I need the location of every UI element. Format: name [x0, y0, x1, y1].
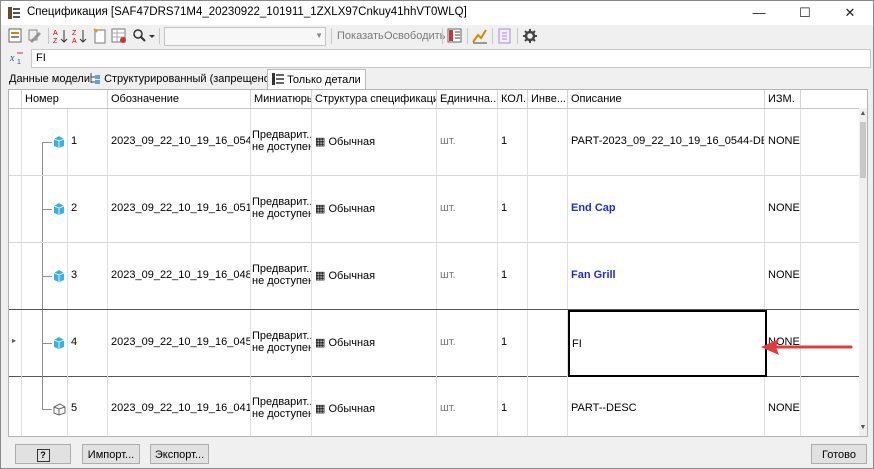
structure-type-icon: ▦ [315, 337, 326, 349]
bottom-bar: ? Импорт... Экспорт... Готово [1, 438, 873, 468]
description-edit-field[interactable]: FI [568, 310, 767, 377]
done-button[interactable]: Готово [811, 444, 867, 464]
bom-table: Номер Обозначение Миниатюры Структура сп… [8, 89, 868, 437]
help-button[interactable]: ? [15, 444, 71, 464]
chevron-down-icon: ▼ [315, 31, 323, 40]
part-outline-icon [53, 403, 66, 416]
vertical-scrollbar[interactable]: ▲ ▼ [859, 108, 867, 436]
scroll-down-icon[interactable]: ▼ [859, 424, 867, 431]
toolbar: AZ ZA ▼ Показать Освободить [1, 25, 873, 47]
svg-text:Z: Z [72, 30, 77, 37]
table-header: Номер Обозначение Миниатюры Структура сп… [9, 90, 867, 109]
structure-tree-icon [90, 73, 100, 84]
table-row[interactable]: 2 2023_09_22_10_19_16_0513 Предварит... н… [9, 176, 859, 243]
tab-model-data[interactable]: Данные модели [5, 71, 94, 88]
col-unit[interactable]: Единична... [437, 90, 498, 108]
gear-icon[interactable] [521, 27, 539, 45]
col-description[interactable]: Описание [568, 90, 765, 108]
edit-icon[interactable] [27, 27, 45, 45]
col-designation[interactable]: Обозначение [108, 90, 251, 108]
find-dropdown-icon[interactable] [131, 27, 157, 45]
scroll-up-icon[interactable]: ▲ [859, 110, 867, 117]
bom-app-icon [7, 6, 21, 20]
columns-icon[interactable] [446, 27, 464, 45]
part-icon [53, 203, 65, 215]
col-number[interactable]: Номер [22, 90, 108, 108]
col-qty[interactable]: КОЛ. [498, 90, 528, 108]
table-row[interactable]: 3 2023_09_22_10_19_16_0482 Предварит... н… [9, 243, 859, 310]
table-row[interactable]: 1 2023_09_22_10_19_16_0544 Предварит... н… [9, 109, 859, 176]
show-button[interactable]: Показать [337, 30, 384, 42]
item-combo-box[interactable]: ▼ [164, 27, 326, 46]
table-row[interactable]: 5 2023_09_22_10_19_16_0419 Предварит... н… [9, 376, 859, 436]
col-inventory[interactable]: Инве... [528, 90, 568, 108]
import-button[interactable]: Импорт... [82, 444, 140, 464]
svg-text:A: A [72, 38, 77, 45]
sort-descending-icon[interactable]: ZA [71, 27, 89, 45]
part-icon [53, 270, 65, 282]
release-button[interactable]: Освободить [384, 30, 445, 42]
tab-strip: Данные модели Структурированный (запреще… [1, 69, 873, 90]
structure-type-icon: ▦ [315, 203, 326, 215]
new-item-icon[interactable] [91, 27, 109, 45]
formula-icon[interactable]: x1 [9, 50, 27, 66]
minimize-button[interactable]: — [736, 1, 782, 25]
title-bar: Спецификация [SAF47DRS71M4_20230922_1019… [1, 1, 873, 25]
svg-text:Z: Z [53, 38, 58, 45]
maximize-button[interactable]: ☐ [782, 1, 828, 25]
formula-bar: x1 FI [1, 47, 873, 69]
row-pointer-icon: ▸ [12, 336, 17, 345]
sort-ascending-icon[interactable]: AZ [52, 27, 70, 45]
close-button[interactable]: ✕ [827, 1, 873, 25]
parts-list-icon [272, 73, 284, 85]
bom-window: Спецификация [SAF47DRS71M4_20230922_1019… [0, 0, 874, 469]
structure-type-icon: ▦ [315, 403, 326, 415]
copy-table-icon[interactable] [7, 27, 25, 45]
help-icon: ? [36, 449, 50, 462]
graph-icon[interactable] [471, 27, 489, 45]
export-button[interactable]: Экспорт... [150, 444, 209, 464]
window-title: Спецификация [SAF47DRS71M4_20230922_1019… [27, 6, 467, 18]
scrollbar-thumb[interactable] [860, 122, 866, 178]
tab-structured[interactable]: Структурированный (запрещено) [85, 71, 278, 88]
formula-input[interactable]: FI [31, 49, 871, 68]
svg-text:A: A [53, 30, 58, 37]
part-icon [53, 337, 65, 349]
table-settings-icon[interactable] [110, 27, 128, 45]
col-modified[interactable]: ИЗМ. [765, 90, 801, 108]
part-icon [53, 136, 65, 148]
structure-type-icon: ▦ [315, 270, 326, 282]
structure-type-icon: ▦ [315, 136, 326, 148]
annotation-arrow-icon [761, 339, 853, 355]
export-icon[interactable] [496, 27, 514, 45]
svg-text:x: x [9, 53, 15, 64]
col-structure[interactable]: Структура спецификации [312, 90, 437, 108]
tab-parts-only[interactable]: Только детали [267, 69, 366, 90]
col-thumbnails[interactable]: Миниатюры [251, 90, 312, 108]
svg-text:1: 1 [17, 59, 21, 66]
